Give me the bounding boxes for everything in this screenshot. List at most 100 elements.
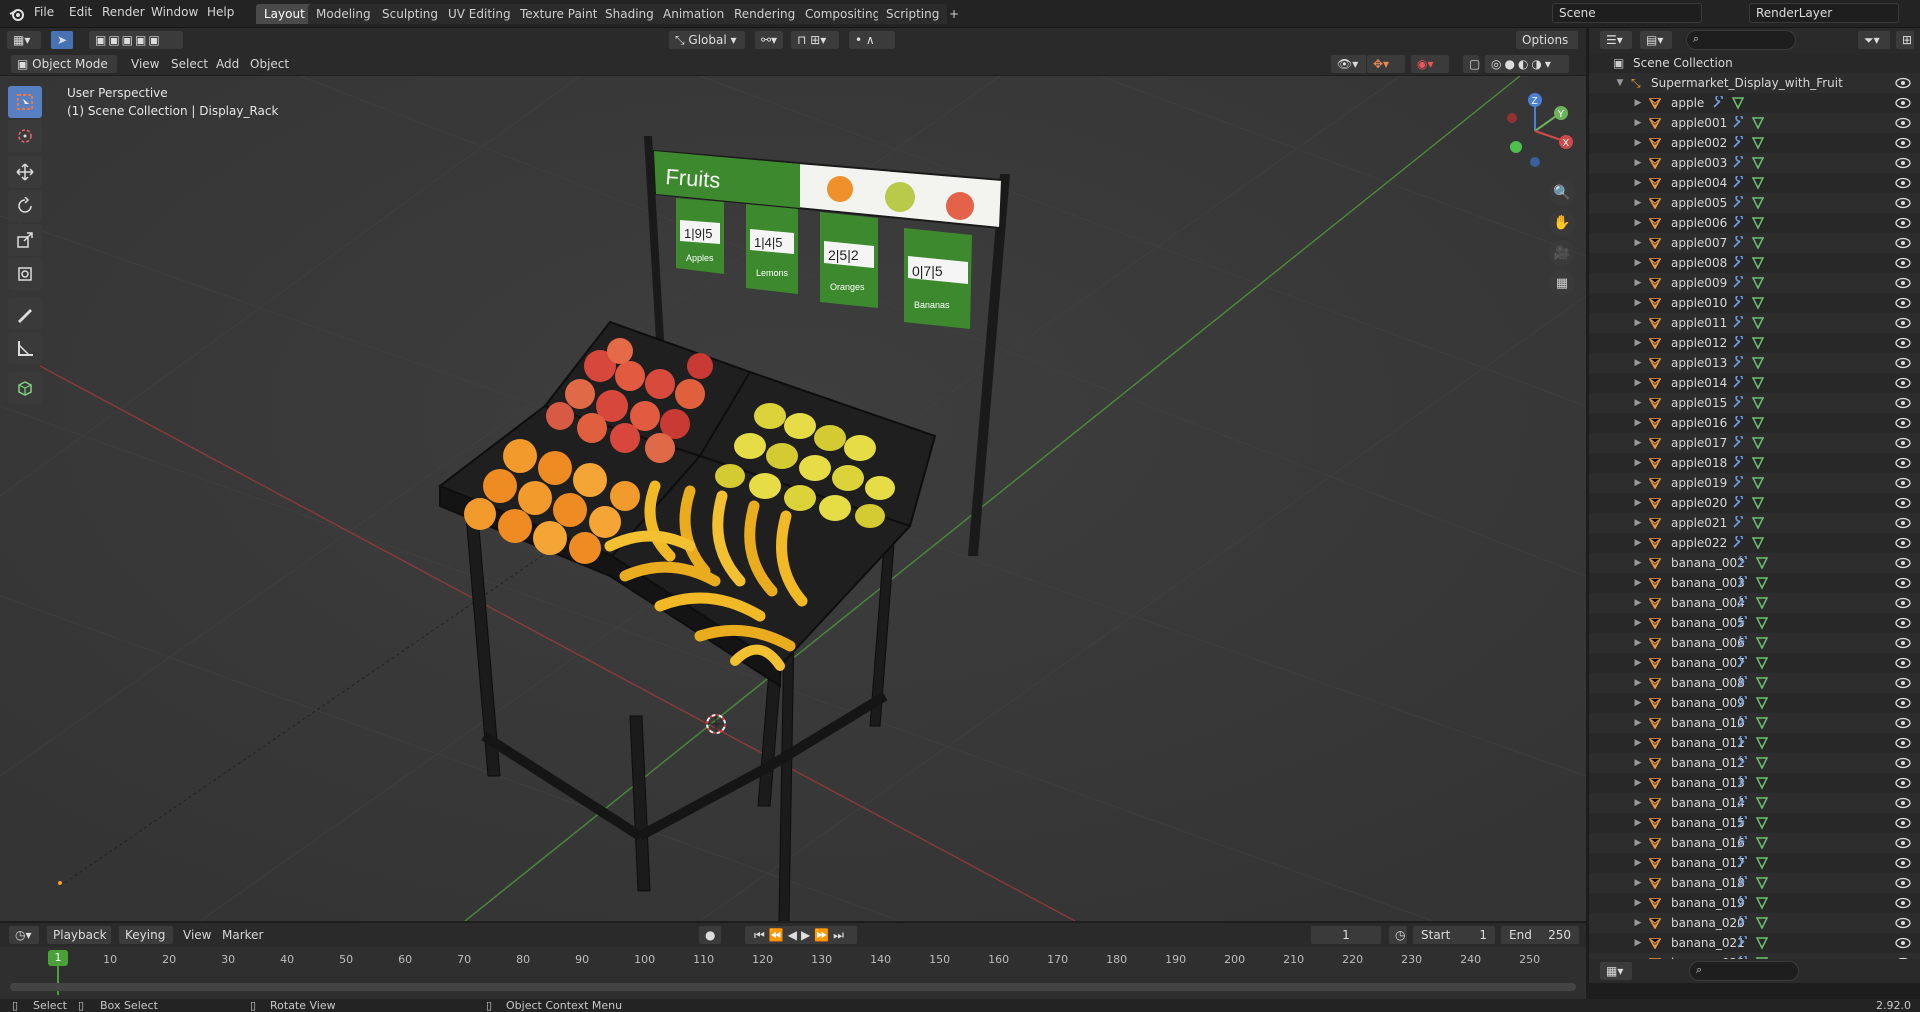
- expand-caret-icon[interactable]: ▼: [1615, 73, 1625, 93]
- mesh-data-icon[interactable]: [1755, 916, 1769, 930]
- playback-controls[interactable]: ⏮⏪◀▶⏩⏭: [744, 925, 858, 945]
- mesh-data-icon[interactable]: [1755, 736, 1769, 750]
- expand-caret-icon[interactable]: ▶: [1633, 633, 1643, 653]
- timeline-marker-menu[interactable]: Marker: [222, 928, 263, 942]
- eye-icon[interactable]: [1895, 716, 1911, 730]
- preview-range-toggle[interactable]: ◷: [1388, 925, 1408, 945]
- outliner-object-row[interactable]: ▶ banana_018: [1589, 873, 1920, 893]
- eye-icon[interactable]: [1895, 216, 1911, 230]
- cursor-tool[interactable]: [8, 120, 42, 152]
- mesh-data-icon[interactable]: [1751, 476, 1765, 490]
- expand-caret-icon[interactable]: ▶: [1633, 893, 1643, 913]
- outliner-object-row[interactable]: ▶ apple014: [1589, 373, 1920, 393]
- expand-caret-icon[interactable]: ▶: [1633, 453, 1643, 473]
- eye-icon[interactable]: [1895, 416, 1911, 430]
- modifier-wrench-icon[interactable]: [1735, 716, 1749, 730]
- outliner-object-row[interactable]: ▶ apple021: [1589, 513, 1920, 533]
- pan-button[interactable]: ✋: [1549, 210, 1575, 236]
- outliner-object-row[interactable]: ▶ apple007: [1589, 233, 1920, 253]
- menu-select[interactable]: Select: [171, 57, 208, 71]
- eye-icon[interactable]: [1895, 796, 1911, 810]
- modifier-wrench-icon[interactable]: [1731, 416, 1745, 430]
- expand-caret-icon[interactable]: ▶: [1633, 273, 1643, 293]
- select-box-tool[interactable]: [8, 86, 42, 118]
- outliner-object-row[interactable]: ▶ banana_015: [1589, 813, 1920, 833]
- eye-icon[interactable]: [1895, 116, 1911, 130]
- expand-caret-icon[interactable]: ▶: [1633, 533, 1643, 553]
- mesh-data-icon[interactable]: [1751, 456, 1765, 470]
- blender-logo-icon[interactable]: [8, 5, 26, 23]
- modifier-wrench-icon[interactable]: [1731, 216, 1745, 230]
- menu-file[interactable]: File: [34, 5, 54, 19]
- eye-icon[interactable]: [1895, 916, 1911, 930]
- eye-icon[interactable]: [1895, 436, 1911, 450]
- expand-caret-icon[interactable]: ▶: [1633, 253, 1643, 273]
- properties-editor-type[interactable]: ▦▾: [1599, 961, 1633, 981]
- modifier-wrench-icon[interactable]: [1735, 856, 1749, 870]
- eye-icon[interactable]: [1895, 536, 1911, 550]
- outliner-object-row[interactable]: ▶ apple001: [1589, 113, 1920, 133]
- mode-dropdown[interactable]: ▣ Object Mode ▾: [10, 54, 118, 89]
- menu-view[interactable]: View: [131, 57, 159, 71]
- mesh-data-icon[interactable]: [1755, 876, 1769, 890]
- eye-icon[interactable]: [1895, 156, 1911, 170]
- mesh-data-icon[interactable]: [1751, 416, 1765, 430]
- playback-menu[interactable]: Playback ▾: [46, 925, 112, 960]
- orientation-dropdown[interactable]: ⤡ Global ▾: [668, 30, 746, 50]
- mesh-data-icon[interactable]: [1755, 676, 1769, 690]
- expand-caret-icon[interactable]: ▶: [1633, 113, 1643, 133]
- eye-icon[interactable]: [1895, 676, 1911, 690]
- expand-caret-icon[interactable]: ▶: [1633, 433, 1643, 453]
- new-collection-button[interactable]: ⊞: [1895, 30, 1915, 50]
- outliner-object-row[interactable]: ▶ apple019: [1589, 473, 1920, 493]
- modifier-wrench-icon[interactable]: [1731, 456, 1745, 470]
- outliner-object-row[interactable]: ▶ apple005: [1589, 193, 1920, 213]
- display-mode-dropdown[interactable]: ▤▾: [1639, 30, 1673, 50]
- tab-texture-paint[interactable]: Texture Paint: [512, 4, 606, 24]
- mesh-data-icon[interactable]: [1755, 936, 1769, 950]
- tab-scripting[interactable]: Scripting: [878, 4, 948, 24]
- expand-caret-icon[interactable]: ▶: [1633, 373, 1643, 393]
- outliner-object-row[interactable]: ▶ banana_010: [1589, 713, 1920, 733]
- mesh-data-icon[interactable]: [1751, 396, 1765, 410]
- scale-tool[interactable]: [8, 224, 42, 256]
- expand-caret-icon[interactable]: ▶: [1633, 673, 1643, 693]
- add-workspace-button[interactable]: +: [944, 4, 964, 24]
- eye-icon[interactable]: [1895, 136, 1911, 150]
- outliner-object-row[interactable]: ▶ apple013: [1589, 353, 1920, 373]
- expand-caret-icon[interactable]: ▶: [1633, 513, 1643, 533]
- expand-caret-icon[interactable]: ▶: [1633, 553, 1643, 573]
- modifier-wrench-icon[interactable]: [1731, 136, 1745, 150]
- outliner-object-row[interactable]: ▶ apple008: [1589, 253, 1920, 273]
- eye-icon[interactable]: [1895, 876, 1911, 890]
- expand-caret-icon[interactable]: ▶: [1633, 333, 1643, 353]
- menu-help[interactable]: Help: [207, 5, 234, 19]
- options-dropdown[interactable]: Options ▾: [1515, 30, 1579, 65]
- modifier-wrench-icon[interactable]: [1731, 476, 1745, 490]
- overlay-toggle[interactable]: ◉▾: [1410, 54, 1450, 74]
- expand-caret-icon[interactable]: ▶: [1633, 653, 1643, 673]
- expand-caret-icon[interactable]: ▶: [1633, 773, 1643, 793]
- eye-icon[interactable]: [1895, 516, 1911, 530]
- eye-icon[interactable]: [1895, 696, 1911, 710]
- proportional-edit-button[interactable]: • ∧: [848, 30, 896, 50]
- eye-icon[interactable]: [1895, 456, 1911, 470]
- modifier-wrench-icon[interactable]: [1731, 356, 1745, 370]
- expand-caret-icon[interactable]: ▶: [1633, 213, 1643, 233]
- outliner-object-row[interactable]: ▶ banana_011: [1589, 733, 1920, 753]
- expand-caret-icon[interactable]: ▶: [1633, 793, 1643, 813]
- modifier-wrench-icon[interactable]: [1711, 96, 1725, 110]
- expand-caret-icon[interactable]: ▶: [1633, 873, 1643, 893]
- mesh-data-icon[interactable]: [1755, 856, 1769, 870]
- timeline-editor-type[interactable]: ◷▾: [8, 925, 40, 945]
- properties-search[interactable]: ⌕: [1689, 961, 1799, 981]
- mesh-data-icon[interactable]: [1731, 96, 1745, 110]
- modifier-wrench-icon[interactable]: [1735, 616, 1749, 630]
- mesh-data-icon[interactable]: [1751, 496, 1765, 510]
- eye-icon[interactable]: [1895, 616, 1911, 630]
- tab-animation[interactable]: Animation: [655, 4, 733, 24]
- add-cube-tool[interactable]: [8, 372, 42, 404]
- mesh-data-icon[interactable]: [1755, 696, 1769, 710]
- outliner-object-row[interactable]: ▶ apple020: [1589, 493, 1920, 513]
- mesh-data-icon[interactable]: [1751, 296, 1765, 310]
